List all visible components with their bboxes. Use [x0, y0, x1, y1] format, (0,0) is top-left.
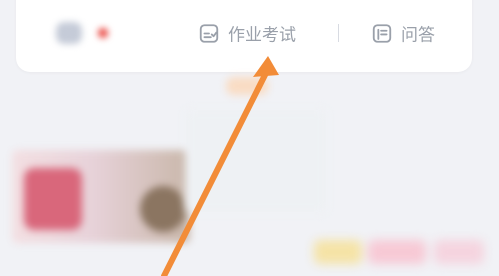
tab-blurred[interactable] [56, 22, 108, 44]
blurred-tag [434, 240, 484, 264]
blurred-highlight-bar [226, 77, 268, 95]
tab-divider [338, 24, 339, 42]
qa-icon [372, 23, 392, 43]
notification-badge [98, 28, 108, 38]
blurred-image-shape [24, 168, 82, 230]
blurred-preview-area [186, 110, 326, 212]
tab-qa[interactable]: 问答 [371, 21, 435, 46]
blurred-round-shape [140, 186, 186, 232]
blurred-tag-row [296, 232, 499, 272]
function-card: 作业考试 问答 [16, 0, 472, 72]
blurred-icon [56, 22, 82, 44]
tab-qa-label: 问答 [401, 25, 435, 46]
blurred-course-card [12, 150, 190, 243]
tab-homework-exam[interactable]: 作业考试 [198, 21, 296, 46]
tab-homework-exam-label: 作业考试 [228, 25, 296, 46]
blurred-tag [368, 240, 426, 264]
blurred-tag [314, 240, 362, 264]
tab-row: 作业考试 问答 [16, 9, 472, 57]
homework-exam-icon [199, 23, 219, 43]
